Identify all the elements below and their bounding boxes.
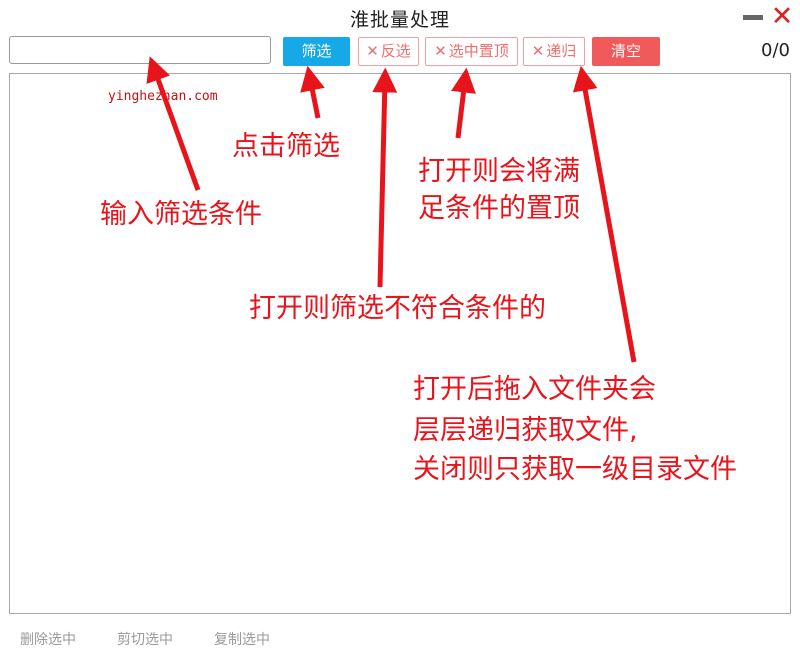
annotation-top-line1: 打开则会将满	[418, 156, 580, 187]
watermark-text: yinghezhan.com	[108, 89, 218, 104]
annotation-recur-line3: 关闭则只获取一级目录文件	[413, 454, 737, 485]
pin-selected-toggle-button[interactable]: ✕ 选中置顶	[425, 37, 518, 66]
recursive-toggle-button[interactable]: ✕ 递归	[523, 37, 585, 66]
toggle-off-icon: ✕	[531, 42, 545, 60]
close-icon[interactable]: ✕	[769, 3, 795, 30]
delete-selected-button[interactable]: 删除选中	[20, 629, 76, 649]
invert-toggle-button[interactable]: ✕ 反选	[358, 37, 419, 66]
annotation-enter-condition: 输入筛选条件	[100, 199, 262, 230]
window-title: 淮批量处理	[349, 9, 450, 31]
minimize-icon[interactable]	[743, 15, 763, 20]
clear-button[interactable]: 清空	[592, 37, 660, 66]
filter-condition-input[interactable]	[9, 36, 271, 64]
annotation-invert-desc: 打开则筛选不符合条件的	[249, 293, 546, 324]
cut-selected-button[interactable]: 剪切选中	[117, 629, 173, 649]
annotation-recur-line1: 打开后拖入文件夹会	[413, 374, 656, 405]
annotation-recur-line2: 层层递归获取文件,	[413, 415, 638, 446]
toggle-off-icon: ✕	[434, 42, 447, 60]
filter-button[interactable]: 筛选	[283, 37, 350, 66]
annotation-top-line2: 足条件的置顶	[418, 193, 580, 224]
selection-counter: 0/0	[761, 40, 790, 61]
annotation-click-filter: 点击筛选	[232, 131, 340, 162]
toggle-off-icon: ✕	[366, 42, 379, 60]
invert-label: 反选	[380, 42, 411, 60]
recursive-label: 递归	[546, 42, 577, 60]
file-list[interactable]	[9, 73, 791, 614]
pin-selected-label: 选中置顶	[448, 42, 509, 60]
copy-selected-button[interactable]: 复制选中	[214, 629, 270, 649]
